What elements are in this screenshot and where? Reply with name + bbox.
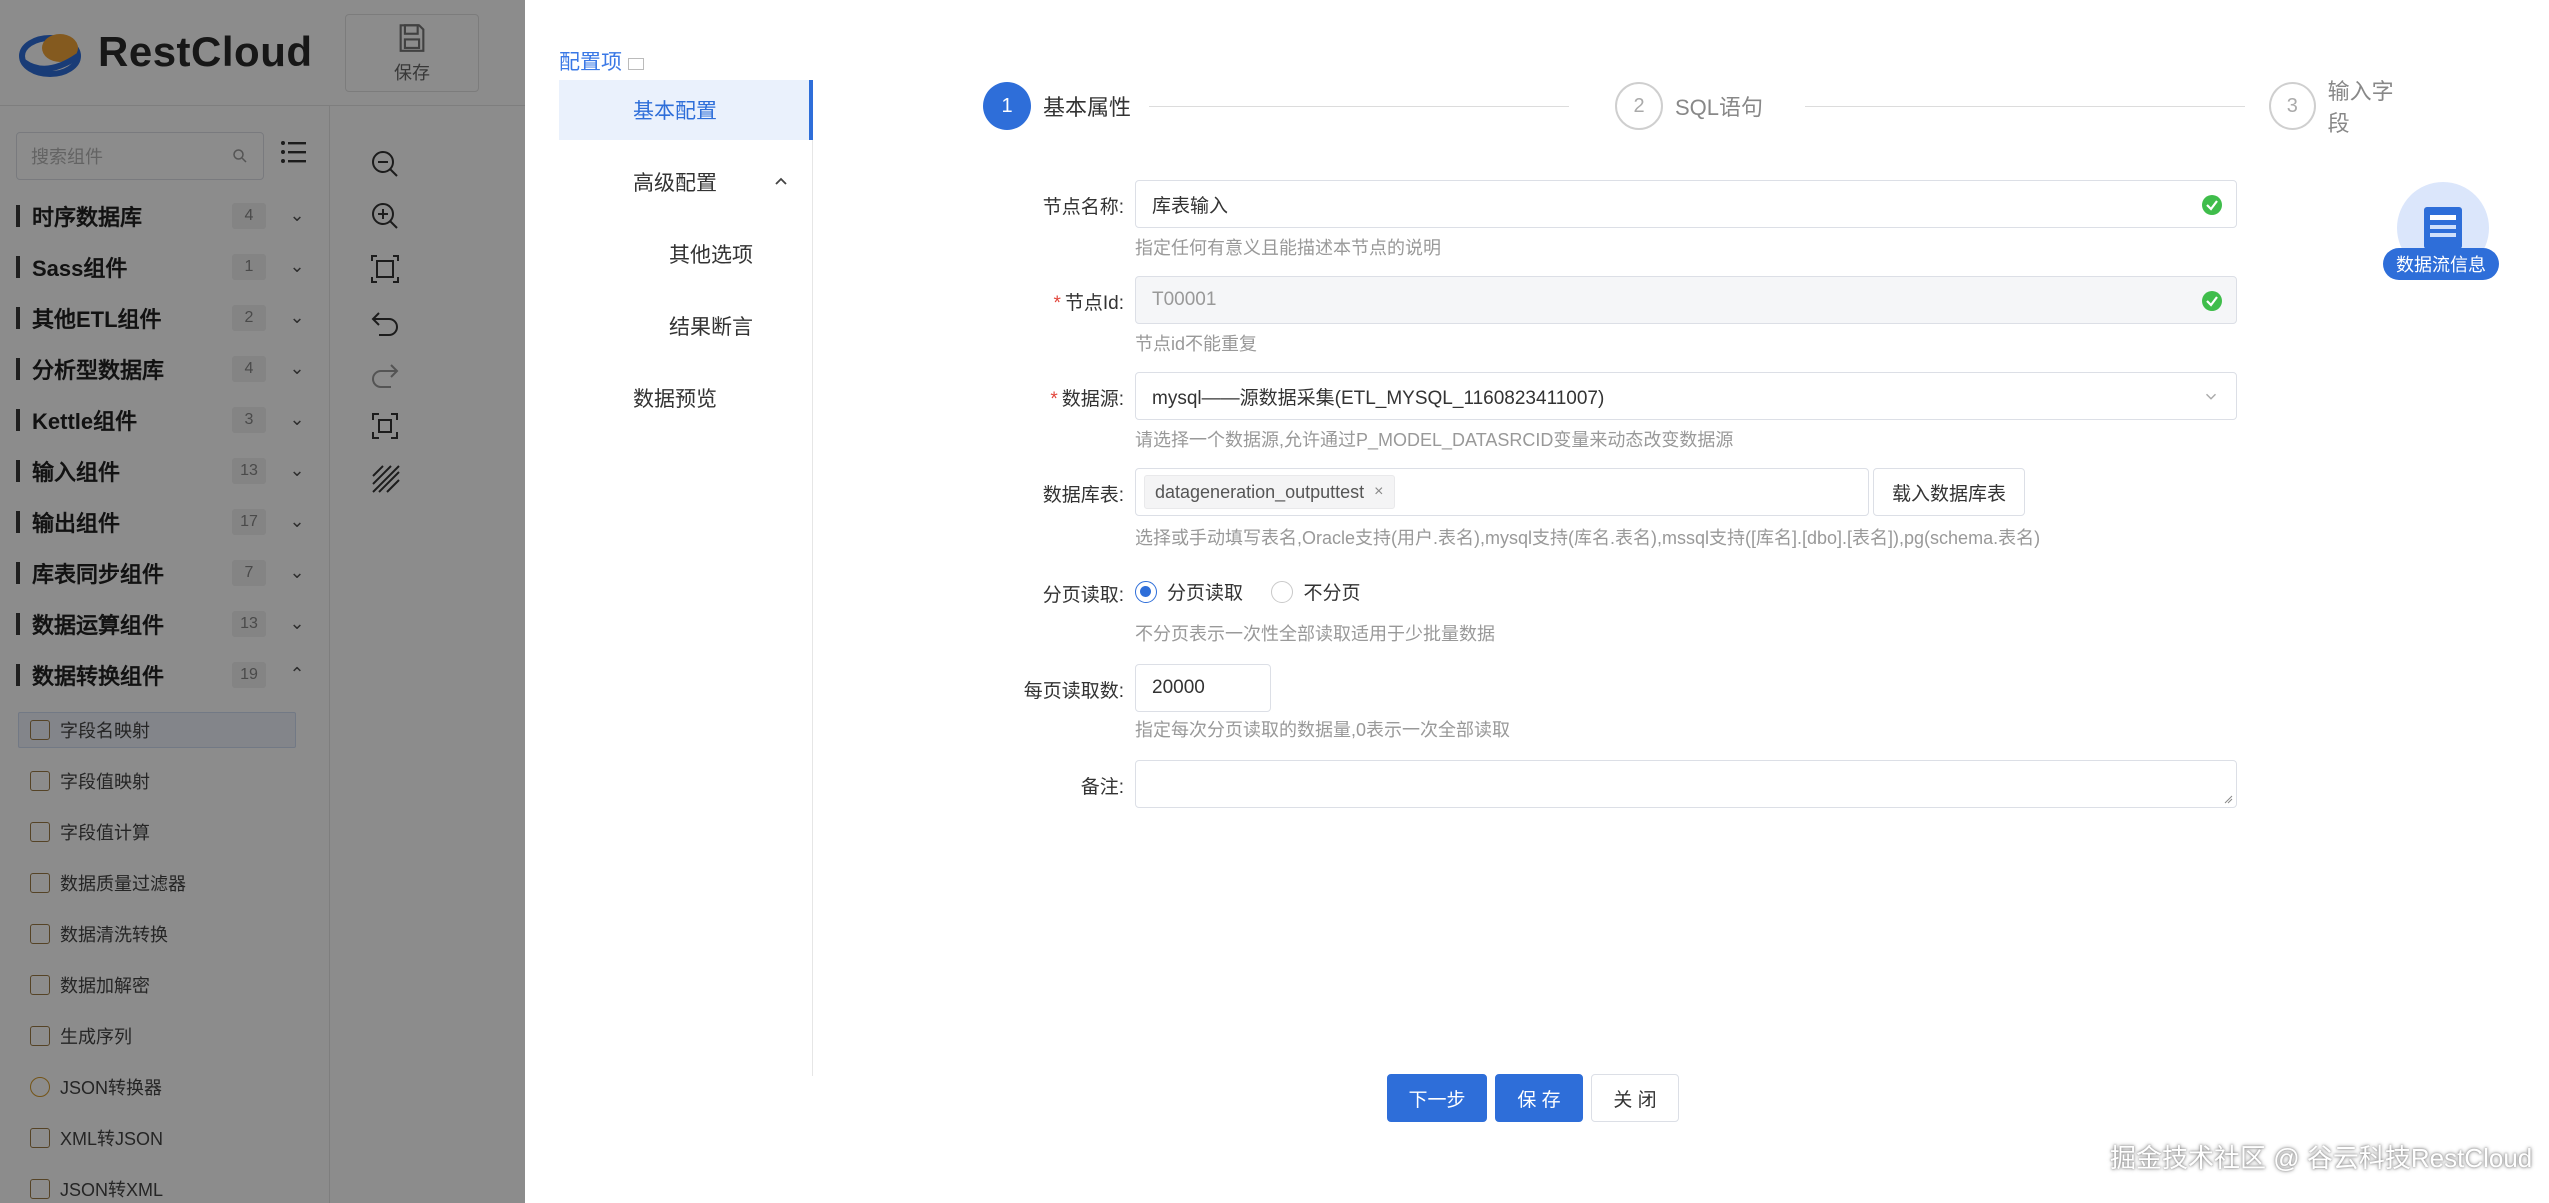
node-id-label: * 节点Id:: [924, 288, 1124, 315]
config-title: 配置项: [559, 46, 644, 76]
step-connector: [1805, 106, 2245, 107]
step-basic-properties[interactable]: 1 基本属性: [983, 82, 1131, 130]
check-circle-icon: [2202, 291, 2222, 311]
step-label: 基本属性: [1043, 95, 1132, 120]
paging-help: 不分页表示一次性全部读取适用于少批量数据: [1135, 624, 1495, 644]
node-name-input[interactable]: 库表输入: [1135, 180, 2237, 228]
collapse-icon[interactable]: [628, 58, 644, 70]
datasource-help: 请选择一个数据源,允许通过P_MODEL_DATASRCID变量来动态改变数据源: [1135, 430, 1734, 450]
watermark: 掘金技术社区 @ 谷云科技RestCloud: [2110, 1143, 2533, 1173]
radio-paging[interactable]: 分页读取: [1135, 578, 1243, 605]
nav-label: 其他选项: [669, 244, 753, 267]
step-number: 3: [2269, 82, 2316, 130]
nav-basic-config[interactable]: 基本配置: [559, 80, 813, 140]
step-label: SQL语句: [1675, 95, 1764, 120]
step-sql-statement[interactable]: 2 SQL语句: [1615, 82, 1763, 130]
required-mark: *: [1050, 389, 1058, 410]
radio-label: 不分页: [1303, 583, 1361, 604]
save-button[interactable]: 保 存: [1495, 1074, 1583, 1122]
radio-label: 分页读取: [1167, 583, 1244, 604]
config-nav: 基本配置 高级配置 其他选项 结果断言 数据预览: [559, 80, 813, 1076]
radio-dot: [1135, 580, 1157, 603]
datasource-value: mysql——源数据采集(ETL_MYSQL_1160823411007): [1152, 387, 1605, 409]
step-connector: [1149, 106, 1569, 107]
paging-radio-group: 分页读取 不分页: [1135, 578, 1384, 608]
radio-no-paging[interactable]: 不分页: [1271, 578, 1360, 605]
resize-handle-icon[interactable]: [2223, 794, 2233, 804]
table-label: 数据库表:: [1042, 485, 1124, 506]
node-name-help: 指定任何有意义且能描述本节点的说明: [1135, 238, 1441, 258]
table-tag: datageneration_outputtest ×: [1144, 475, 1395, 509]
config-drawer: 配置项 基本配置 高级配置 其他选项 结果断言 数据预览 1 基本属性 2 SQ…: [525, 0, 2549, 1203]
modal-mask[interactable]: [0, 0, 525, 1203]
node-id-value: T00001: [1152, 289, 1217, 310]
node-id-input[interactable]: T00001: [1135, 276, 2237, 324]
remark-textarea[interactable]: [1135, 760, 2237, 808]
node-id-label-text: 节点Id:: [1064, 293, 1124, 314]
next-step-button[interactable]: 下一步: [1387, 1074, 1487, 1122]
node-name-value: 库表输入: [1152, 195, 1229, 217]
datasource-label-text: 数据源:: [1061, 389, 1124, 410]
nav-result-assertion[interactable]: 结果断言: [559, 296, 813, 356]
document-icon: [2424, 207, 2462, 249]
step-input-fields[interactable]: 3 输入字段: [2269, 79, 2413, 136]
node-id-help: 节点id不能重复: [1135, 334, 1258, 354]
chevron-up-icon: [775, 177, 787, 185]
datasource-select[interactable]: mysql——源数据采集(ETL_MYSQL_1160823411007): [1135, 372, 2237, 420]
chevron-down-icon: [2205, 393, 2217, 400]
page-size-label: 每页读取数:: [1023, 681, 1124, 702]
remark-label: 备注:: [1080, 777, 1124, 798]
step-number: 1: [983, 82, 1031, 130]
close-icon[interactable]: ×: [1374, 483, 1383, 501]
table-help: 选择或手动填写表名,Oracle支持(用户.表名),mysql支持(库名.表名)…: [1135, 528, 2041, 548]
radio-dot: [1271, 580, 1294, 603]
paging-label: 分页读取:: [1042, 585, 1124, 606]
step-number: 2: [1615, 82, 1663, 130]
page-size-input[interactable]: 20000: [1135, 664, 1271, 712]
data-flow-info-badge[interactable]: 数据流信息: [2383, 182, 2505, 282]
flow-info-label: 数据流信息: [2383, 248, 2499, 280]
nav-label: 高级配置: [633, 172, 717, 195]
step-indicator: 1 基本属性 2 SQL语句 3 输入字段: [983, 79, 2413, 136]
required-mark: *: [1053, 293, 1061, 314]
check-circle-icon: [2202, 195, 2222, 215]
nav-other-options[interactable]: 其他选项: [559, 224, 813, 284]
datasource-label: * 数据源:: [924, 384, 1124, 411]
table-tag-text: datageneration_outputtest: [1155, 481, 1365, 502]
config-title-text: 配置项: [559, 51, 622, 74]
nav-label: 基本配置: [633, 100, 717, 123]
page-size-value: 20000: [1152, 677, 1205, 698]
page-size-help: 指定每次分页读取的数据量,0表示一次全部读取: [1135, 720, 1511, 740]
step-label: 输入字段: [2327, 79, 2394, 136]
node-name-label: 节点名称:: [1042, 197, 1124, 218]
nav-advanced-config[interactable]: 高级配置: [559, 152, 813, 212]
close-button[interactable]: 关 闭: [1591, 1074, 1679, 1122]
load-table-button[interactable]: 载入数据库表: [1873, 468, 2025, 516]
nav-label: 结果断言: [669, 316, 753, 339]
nav-data-preview[interactable]: 数据预览: [559, 368, 813, 428]
table-multi-select[interactable]: datageneration_outputtest ×: [1135, 468, 1869, 516]
nav-label: 数据预览: [633, 388, 717, 411]
